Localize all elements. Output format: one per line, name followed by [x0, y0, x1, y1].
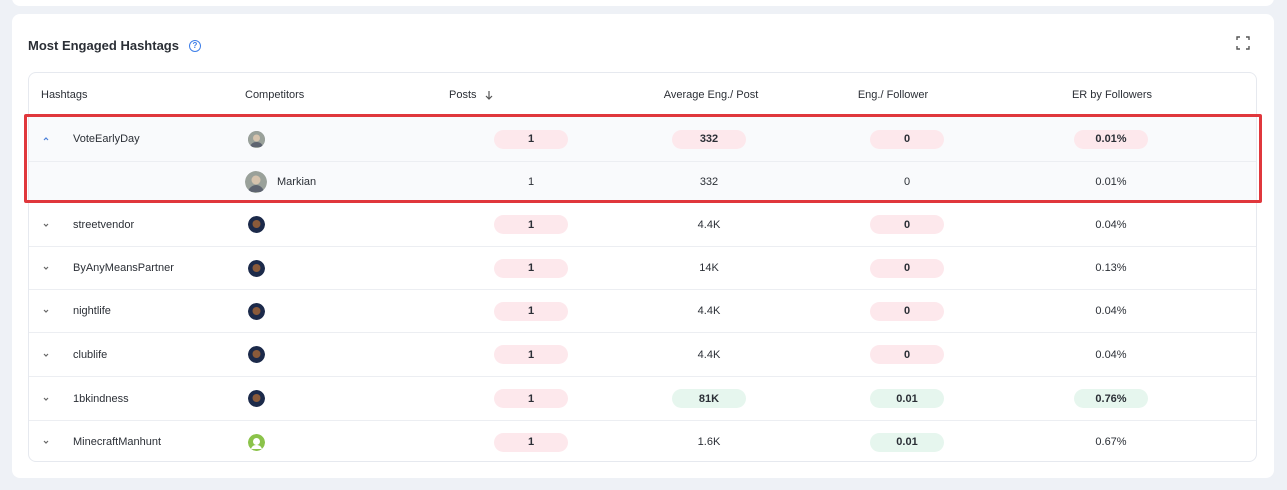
chevron-down-icon[interactable] [41, 394, 51, 404]
posts-value: 1 [494, 389, 568, 408]
table-row[interactable]: ByAnyMeansPartner 1 14K 0 0.13% [29, 247, 1256, 290]
er-value: 0.76% [1074, 389, 1148, 408]
chevron-down-icon[interactable] [41, 306, 51, 316]
hashtags-table: Hashtags Competitors Posts Average Eng./… [28, 72, 1257, 462]
avg-eng-value: 14K [699, 262, 719, 274]
col-er-followers[interactable]: ER by Followers [1047, 73, 1177, 116]
hashtag-name: MinecraftManhunt [73, 436, 162, 448]
posts-value: 1 [494, 258, 568, 278]
er-value: 0.01% [1074, 129, 1148, 149]
er-value: 0.13% [1095, 262, 1127, 274]
chevron-up-icon[interactable] [41, 134, 51, 144]
eng-follower-value: 0 [870, 258, 944, 278]
table-row[interactable]: MinecraftManhunt 1 1.6K 0.01 0.67% [29, 421, 1256, 461]
section-header: Most Engaged Hashtags ? [28, 38, 201, 53]
eng-follower-value: 0 [870, 129, 944, 149]
er-value: 0.01% [1095, 176, 1127, 188]
table-row[interactable]: VoteEarlyDay 1 332 0 0.01% [29, 117, 1256, 162]
hashtag-name: ByAnyMeansPartner [73, 262, 174, 274]
col-competitors[interactable]: Competitors [245, 73, 445, 116]
hashtags-card: Most Engaged Hashtags ? Hashtags Competi… [12, 14, 1274, 478]
help-icon[interactable]: ? [188, 39, 201, 52]
competitor-subrow: Markian 1 332 0 0.01% [29, 162, 1256, 203]
competitors-cell: Markian [245, 162, 445, 202]
eng-follower-value: 0 [870, 345, 944, 364]
chevron-down-icon[interactable] [41, 263, 51, 273]
hashtag-name: VoteEarlyDay [73, 133, 140, 145]
table-row[interactable]: nightlife 1 4.4K 0 0.04% [29, 290, 1256, 333]
competitor-avatar[interactable] [248, 302, 265, 320]
competitor-avatar[interactable] [248, 346, 265, 363]
er-value: 0.04% [1095, 348, 1127, 361]
competitor-avatar[interactable] [248, 390, 265, 407]
section-title: Most Engaged Hashtags [28, 38, 179, 53]
hashtag-name: nightlife [73, 305, 111, 317]
table-row[interactable]: clublife 1 4.4K 0 0.04% [29, 333, 1256, 377]
competitor-avatar[interactable] [248, 216, 265, 233]
avg-eng-value: 4.4K [697, 305, 721, 317]
er-value: 0.04% [1095, 218, 1127, 231]
competitor-name: Markian [277, 176, 317, 188]
table-header: Hashtags Competitors Posts Average Eng./… [29, 73, 1256, 117]
chevron-down-icon[interactable] [41, 437, 51, 447]
chevron-down-icon[interactable] [41, 350, 51, 360]
er-value: 0.67% [1095, 436, 1127, 448]
eng-follower-value: 0.01 [870, 432, 944, 452]
competitor-avatar[interactable] [248, 259, 265, 277]
chevron-down-icon[interactable] [41, 220, 51, 230]
avg-eng-value: 1.6K [697, 436, 721, 448]
avg-eng-value: 332 [672, 129, 746, 149]
hashtag-name: streetvendor [73, 218, 135, 231]
col-hashtags[interactable]: Hashtags [41, 73, 241, 116]
avg-eng-value: 4.4K [697, 218, 721, 231]
table-row[interactable]: streetvendor 1 4.4K 0 0.04% [29, 203, 1256, 247]
eng-follower-value: 0.01 [870, 389, 944, 408]
posts-value: 1 [494, 345, 568, 364]
posts-value: 1 [527, 176, 535, 188]
sort-down-icon[interactable] [485, 90, 493, 100]
competitor-avatar[interactable] [245, 171, 267, 193]
avg-eng-value: 4.4K [697, 348, 721, 361]
fullscreen-icon[interactable] [1236, 36, 1250, 50]
er-value: 0.04% [1095, 305, 1127, 317]
posts-value: 1 [494, 215, 568, 234]
hashtag-name: clublife [73, 348, 108, 361]
posts-value: 1 [494, 129, 568, 149]
col-avg-eng[interactable]: Average Eng./ Post [641, 73, 781, 116]
eng-follower-value: 0 [870, 301, 944, 321]
avg-eng-value: 81K [672, 389, 746, 408]
eng-follower-value: 0 [903, 176, 911, 188]
competitor-avatar[interactable] [248, 130, 265, 148]
competitor-avatar[interactable] [248, 433, 265, 451]
hashtag-name: 1bkindness [73, 392, 129, 405]
competitors-cell [245, 117, 445, 161]
avg-eng-value: 332 [699, 176, 719, 188]
posts-value: 1 [494, 301, 568, 321]
col-eng-follower[interactable]: Eng./ Follower [843, 73, 943, 116]
eng-follower-value: 0 [870, 215, 944, 234]
previous-card [12, 0, 1274, 6]
col-posts[interactable]: Posts [449, 73, 649, 116]
col-posts-label: Posts [449, 88, 477, 101]
posts-value: 1 [494, 432, 568, 452]
table-row[interactable]: 1bkindness 1 81K 0.01 0.76% [29, 377, 1256, 421]
